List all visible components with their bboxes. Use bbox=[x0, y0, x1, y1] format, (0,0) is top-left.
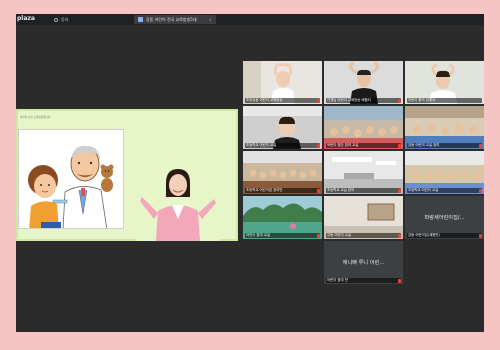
participant-name: 어린이 참여 교실 bbox=[245, 233, 320, 238]
participant-tile[interactable]: 초등학교 교실 참여 bbox=[324, 151, 403, 194]
meeting-window: plaza 동의 강동 어린이 전국 교육방송5대 × 어린이 건강 교육방송입… bbox=[16, 14, 484, 332]
slide-title: 어린이 건강 교육방송입니다 bbox=[20, 116, 51, 119]
participant-tile[interactable]: 강동 어린이 교실 참여 bbox=[405, 106, 484, 149]
mic-muted-icon bbox=[317, 143, 320, 148]
shared-presentation[interactable]: 어린이 건강 교육방송입니다 bbox=[16, 109, 238, 241]
doctor-illustration bbox=[18, 129, 124, 229]
mic-muted-icon bbox=[398, 143, 401, 148]
participant-tile[interactable]: 선생님 어린이 교육방송 배움터 bbox=[324, 61, 403, 104]
gear-icon bbox=[54, 17, 58, 22]
participant-tile[interactable]: 파랑새어린이집/... 강동 어린이집(새봄반) bbox=[405, 196, 484, 239]
screen-share-icon bbox=[138, 17, 143, 22]
participant-name: 초등학교 어린이 교실 bbox=[245, 143, 320, 148]
participant-name: 어린이 집단 참여 교실 bbox=[326, 143, 401, 148]
participant-tile[interactable]: 어린이 원의 집에서 bbox=[405, 61, 484, 104]
mic-muted-icon bbox=[317, 188, 320, 193]
participant-name: 초등학교 어린이집 참여반 bbox=[245, 188, 320, 193]
participant-name: 강동 어린이집(새봄반) bbox=[407, 233, 482, 238]
mic-muted-icon bbox=[398, 98, 401, 103]
mic-muted-icon bbox=[398, 188, 401, 193]
participant-tile[interactable]: 애니빠 루니 어린... 어린이 참여 반 bbox=[324, 241, 403, 284]
tab-meeting[interactable]: 강동 어린이 전국 교육방송5대 × bbox=[134, 15, 216, 24]
participant-tile[interactable]: 어린이 집단 참여 교실 bbox=[324, 106, 403, 149]
participant-name: 어린이 참여 반 bbox=[326, 278, 401, 283]
tab-label: 강동 어린이 전국 교육방송5대 bbox=[146, 16, 197, 22]
close-icon[interactable]: × bbox=[209, 17, 212, 22]
participant-name: 강동 어린이 교실 참여 bbox=[407, 143, 482, 148]
tab-label: 동의 bbox=[61, 16, 69, 22]
participant-grid: 초등강동 어린이 교육방송 선생님 어린이 교육방송 배움터 어린이 원의 집에… bbox=[243, 61, 484, 286]
mic-muted-icon bbox=[398, 233, 401, 238]
mic-muted-icon bbox=[479, 143, 482, 148]
participant-tile[interactable]: 어린이 참여 교실 bbox=[243, 196, 322, 239]
participant-tile[interactable]: 초등학교 어린이집 참여반 bbox=[243, 151, 322, 194]
participant-placeholder-name: 파랑새어린이집/... bbox=[424, 215, 465, 221]
participant-tile[interactable]: 초등학교 어린이 교실 bbox=[243, 106, 322, 149]
presenter-video bbox=[136, 167, 220, 241]
participant-tile[interactable]: 초등강동 어린이 교육방송 bbox=[243, 61, 322, 104]
tab-settings[interactable]: 동의 bbox=[50, 15, 130, 24]
participant-name: 초등학교 어린이 교실 bbox=[407, 188, 482, 193]
participant-name: 어린이 원의 집에서 bbox=[407, 98, 482, 103]
mic-muted-icon bbox=[317, 98, 320, 103]
mic-muted-icon bbox=[317, 233, 320, 238]
participant-name: 초등강동 어린이 교육방송 bbox=[245, 98, 320, 103]
participant-tile[interactable]: 초등학교 어린이 교실 bbox=[405, 151, 484, 194]
participant-name: 강동 어린이 교실 bbox=[326, 233, 401, 238]
participant-tile[interactable]: 강동 어린이 교실 bbox=[324, 196, 403, 239]
participant-name: 초등학교 교실 참여 bbox=[326, 188, 401, 193]
mic-muted-icon bbox=[398, 278, 401, 283]
participant-placeholder-name: 애니빠 루니 어린... bbox=[342, 260, 385, 266]
tab-bar: plaza 동의 강동 어린이 전국 교육방송5대 × bbox=[16, 14, 484, 25]
mic-muted-icon bbox=[479, 188, 482, 193]
participant-name: 선생님 어린이 교육방송 배움터 bbox=[326, 98, 401, 103]
mic-muted-icon bbox=[479, 233, 482, 238]
app-logo: plaza bbox=[17, 15, 35, 22]
